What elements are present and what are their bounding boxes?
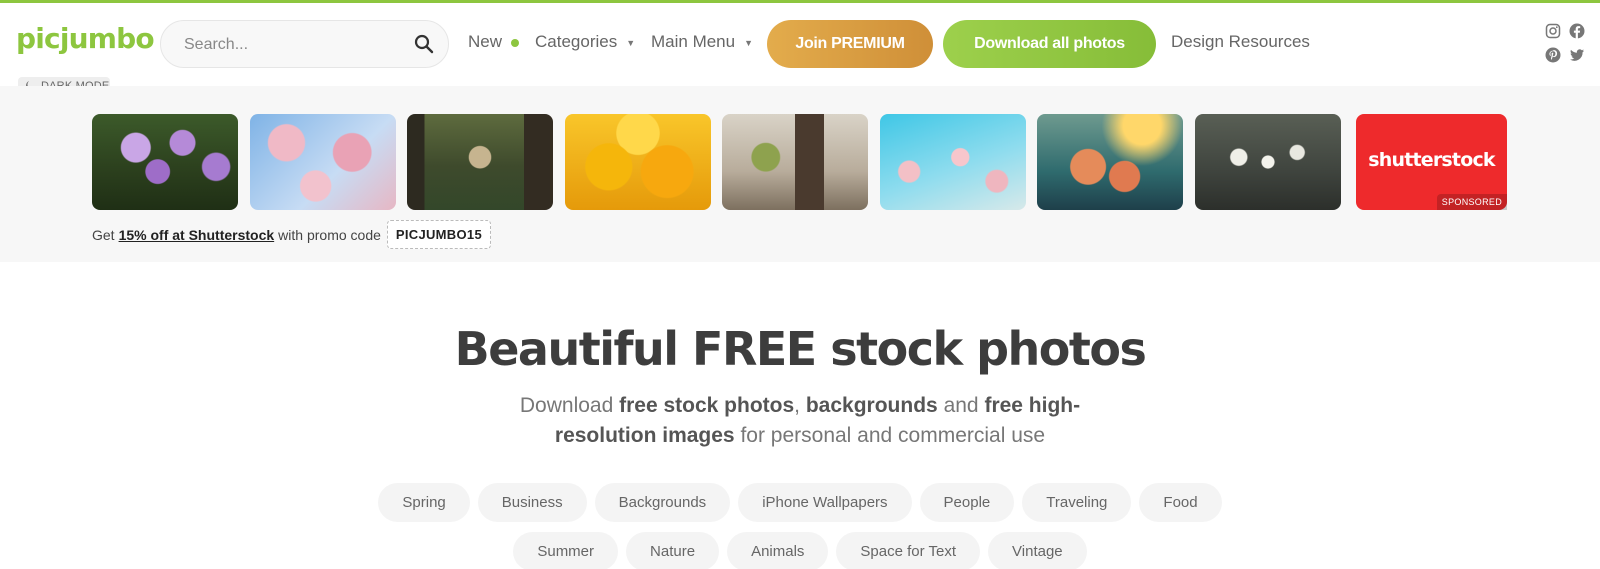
hero-sub-text: and <box>943 394 979 417</box>
tag-business[interactable]: Business <box>477 483 587 522</box>
download-all-photos-button[interactable]: Download all photos <box>943 20 1156 68</box>
nav-design-resources[interactable]: Design Resources <box>1171 32 1310 52</box>
featured-photo[interactable] <box>1195 114 1341 210</box>
facebook-icon[interactable] <box>1569 23 1585 39</box>
tag-spring[interactable]: Spring <box>378 483 470 522</box>
site-logo[interactable]: picjumbo <box>16 22 155 55</box>
featured-photo[interactable] <box>722 114 868 210</box>
caret-down-icon: ▼ <box>744 37 754 48</box>
pinterest-icon[interactable] <box>1545 47 1561 63</box>
join-premium-button[interactable]: Join PREMIUM <box>767 20 933 68</box>
hero-sub-bold: free stock photos <box>619 394 795 417</box>
nav-main-menu[interactable]: Main Menu ▼ <box>651 32 753 52</box>
tag-backgrounds[interactable]: Backgrounds <box>594 483 731 522</box>
featured-photo[interactable] <box>250 114 396 210</box>
promo-prefix: Get <box>92 226 115 243</box>
new-dot-icon <box>511 39 520 47</box>
hero-title: Beautiful FREE stock photos <box>454 322 1147 376</box>
search-icon[interactable] <box>414 34 434 54</box>
shutterstock-logo: shutterstock <box>1368 149 1495 171</box>
featured-photo[interactable] <box>1037 114 1183 210</box>
nav-main-menu-label: Main Menu <box>651 32 736 51</box>
caret-down-icon: ▼ <box>626 37 636 48</box>
tag-food[interactable]: Food <box>1139 483 1222 522</box>
tag-summer[interactable]: Summer <box>513 532 619 569</box>
hero-sub-text: , <box>794 394 801 417</box>
tag-people[interactable]: People <box>919 483 1015 522</box>
tag-vintage[interactable]: Vintage <box>988 532 1087 569</box>
instagram-icon[interactable] <box>1545 23 1561 39</box>
featured-photo[interactable] <box>407 114 553 210</box>
nav-new[interactable]: New <box>468 32 520 52</box>
hero-sub-bold: backgrounds <box>805 394 938 417</box>
shutterstock-discount-link[interactable]: 15% off at Shutterstock <box>119 227 275 243</box>
hero-sub-text: for personal and commercial use <box>740 424 1046 447</box>
tag-nature[interactable]: Nature <box>626 532 720 569</box>
promo-middle: with promo code <box>278 226 381 243</box>
tag-space-for-text[interactable]: Space for Text <box>836 532 981 569</box>
shutterstock-sponsor-tile[interactable]: shutterstock SPONSORED <box>1356 114 1507 210</box>
search-bar[interactable] <box>160 20 449 68</box>
tag-iphone-wallpapers[interactable]: iPhone Wallpapers <box>738 483 912 522</box>
featured-photo[interactable] <box>565 114 711 210</box>
top-accent-line <box>0 0 1600 3</box>
tag-traveling[interactable]: Traveling <box>1022 483 1132 522</box>
search-input[interactable] <box>184 33 404 57</box>
category-tags-row-2: Summer Nature Animals Space for Text Vin… <box>0 532 1600 569</box>
hero-subtitle: Download free stock photos, backgrounds … <box>480 391 1120 451</box>
tag-animals[interactable]: Animals <box>727 532 829 569</box>
promo-code[interactable]: PICJUMBO15 <box>386 220 491 249</box>
nav-new-label: New <box>468 32 503 51</box>
twitter-icon[interactable] <box>1569 47 1585 63</box>
hero-sub-text: Download <box>519 394 614 417</box>
sponsored-badge: SPONSORED <box>1436 194 1507 210</box>
nav-categories[interactable]: Categories ▼ <box>535 32 635 52</box>
nav-design-resources-label: Design Resources <box>1171 32 1310 51</box>
category-tags-row-1: Spring Business Backgrounds iPhone Wallp… <box>0 483 1600 522</box>
featured-photo[interactable] <box>92 114 238 210</box>
nav-categories-label: Categories <box>535 32 618 51</box>
featured-photo[interactable] <box>880 114 1026 210</box>
promo-line: Get 15% off at Shutterstock with promo c… <box>92 220 491 249</box>
